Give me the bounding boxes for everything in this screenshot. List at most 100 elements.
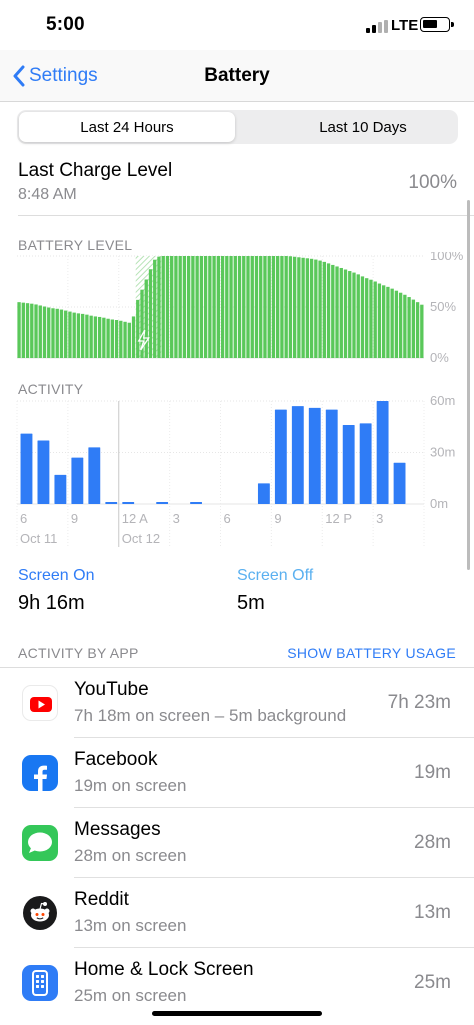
app-row-facebook[interactable]: Facebook 19m on screen 19m [0, 738, 474, 808]
y-tick-label: 60m [430, 393, 455, 408]
battery-level-bar [398, 292, 403, 358]
battery-level-bar [301, 257, 305, 358]
battery-level-bar [17, 302, 21, 358]
activity-bar [37, 440, 50, 504]
battery-level-bar [208, 256, 212, 358]
battery-level-bar [76, 313, 81, 358]
activity-bar [308, 407, 321, 504]
x-tick-label: 6 [20, 511, 27, 526]
battery-level-bar [110, 319, 115, 358]
tab-last-24-hours[interactable]: Last 24 Hours [19, 112, 235, 142]
battery-level-bar [51, 308, 55, 358]
app-name: Reddit [74, 889, 129, 910]
battery-level-bar [165, 256, 170, 358]
app-row-reddit[interactable]: Reddit 13m on screen 13m [0, 878, 474, 948]
battery-level-bar [322, 261, 326, 358]
battery-level-chart: 100% 50% 0% [17, 252, 464, 365]
youtube-icon [22, 685, 58, 721]
battery-level-bar [161, 256, 165, 358]
status-bar: 5:00 LTE [0, 0, 474, 50]
battery-level-bar [97, 316, 102, 358]
app-detail: 19m on screen [74, 776, 187, 795]
battery-level-bar [284, 256, 288, 358]
tab-last-10-days[interactable]: Last 10 Days [255, 112, 471, 142]
activity-bar [291, 406, 304, 504]
activity-bar [122, 502, 135, 504]
screen-on-label: Screen On [18, 567, 95, 584]
x-tick-label: 9 [274, 511, 281, 526]
battery-level-bar [280, 256, 284, 358]
battery-level-bar [356, 274, 360, 358]
battery-level-bar [237, 256, 242, 358]
battery-level-bar [59, 309, 64, 358]
battery-level-bar [403, 294, 407, 358]
battery-level-bar [34, 304, 38, 358]
battery-level-bar [254, 256, 259, 358]
battery-level-bar [170, 256, 174, 358]
battery-level-bar [21, 302, 25, 358]
battery-level-bar [250, 256, 254, 358]
battery-level-bar [259, 256, 263, 358]
battery-level-bar [191, 256, 195, 358]
battery-level-bar [415, 302, 420, 358]
battery-level-bar [148, 269, 153, 358]
battery-level-bar [318, 260, 322, 358]
activity-bar [105, 502, 118, 504]
home-indicator[interactable] [152, 1011, 322, 1016]
battery-level-bar [195, 256, 199, 358]
battery-level-bar [386, 286, 390, 358]
activity-bar [71, 457, 84, 504]
battery-level-bar [182, 256, 187, 358]
reddit-icon [22, 895, 58, 931]
home-lock-screen-icon [22, 965, 58, 1001]
battery-level-label: BATTERY LEVEL [18, 237, 133, 253]
last-charge-time: 8:48 AM [18, 186, 77, 203]
show-battery-usage-link[interactable]: SHOW BATTERY USAGE [287, 645, 456, 661]
battery-level-bar [246, 256, 250, 358]
battery-level-bar [102, 317, 106, 358]
screen-off-label: Screen Off [237, 567, 314, 584]
app-detail: 25m on screen [74, 986, 187, 1005]
navigation-bar: Settings Battery [0, 50, 474, 102]
divider [18, 215, 474, 216]
battery-level-bar [411, 299, 416, 358]
battery-level-bar [267, 256, 271, 358]
x-tick-label: 3 [376, 511, 383, 526]
activity-bar [190, 502, 202, 504]
app-usage-time: 28m [414, 832, 451, 853]
last-charge-value: 100% [408, 172, 457, 193]
battery-level-bar [365, 278, 369, 358]
status-time: 5:00 [46, 14, 85, 35]
battery-level-bar [216, 256, 220, 358]
app-usage-time: 13m [414, 902, 451, 923]
scroll-indicator[interactable] [467, 200, 470, 570]
x-tick-label: 12 P [325, 511, 352, 526]
battery-level-bar [25, 303, 30, 358]
date-label: Oct 12 [122, 531, 160, 546]
battery-level-bar [229, 256, 233, 358]
app-row-home-lock-screen[interactable]: Home & Lock Screen 25m on screen 25m [0, 948, 474, 1018]
battery-level-bar [220, 256, 225, 358]
battery-level-bar [271, 256, 276, 358]
battery-level-bar [174, 256, 178, 358]
app-row-messages[interactable]: Messages 28m on screen 28m [0, 808, 474, 878]
battery-icon [420, 17, 454, 32]
battery-level-bar [263, 256, 267, 358]
app-detail: 13m on screen [74, 916, 187, 935]
battery-level-bar [30, 303, 34, 358]
y-tick-label: 100% [430, 252, 464, 263]
battery-level-bar [123, 321, 127, 358]
activity-bar [342, 425, 355, 504]
y-tick-label: 0% [430, 350, 449, 365]
x-tick-label: 3 [173, 511, 180, 526]
app-row-youtube[interactable]: YouTube 7h 18m on screen – 5m background… [0, 668, 474, 738]
battery-level-bar [297, 257, 301, 358]
battery-level-bar [80, 313, 85, 358]
battery-level-bar [348, 271, 352, 358]
battery-level-bar [114, 320, 119, 358]
app-usage-time: 25m [414, 972, 451, 993]
activity-bar [257, 483, 270, 504]
battery-level-bar [369, 279, 373, 358]
date-label: Oct 11 [20, 531, 57, 546]
carrier-label: LTE [391, 17, 419, 34]
